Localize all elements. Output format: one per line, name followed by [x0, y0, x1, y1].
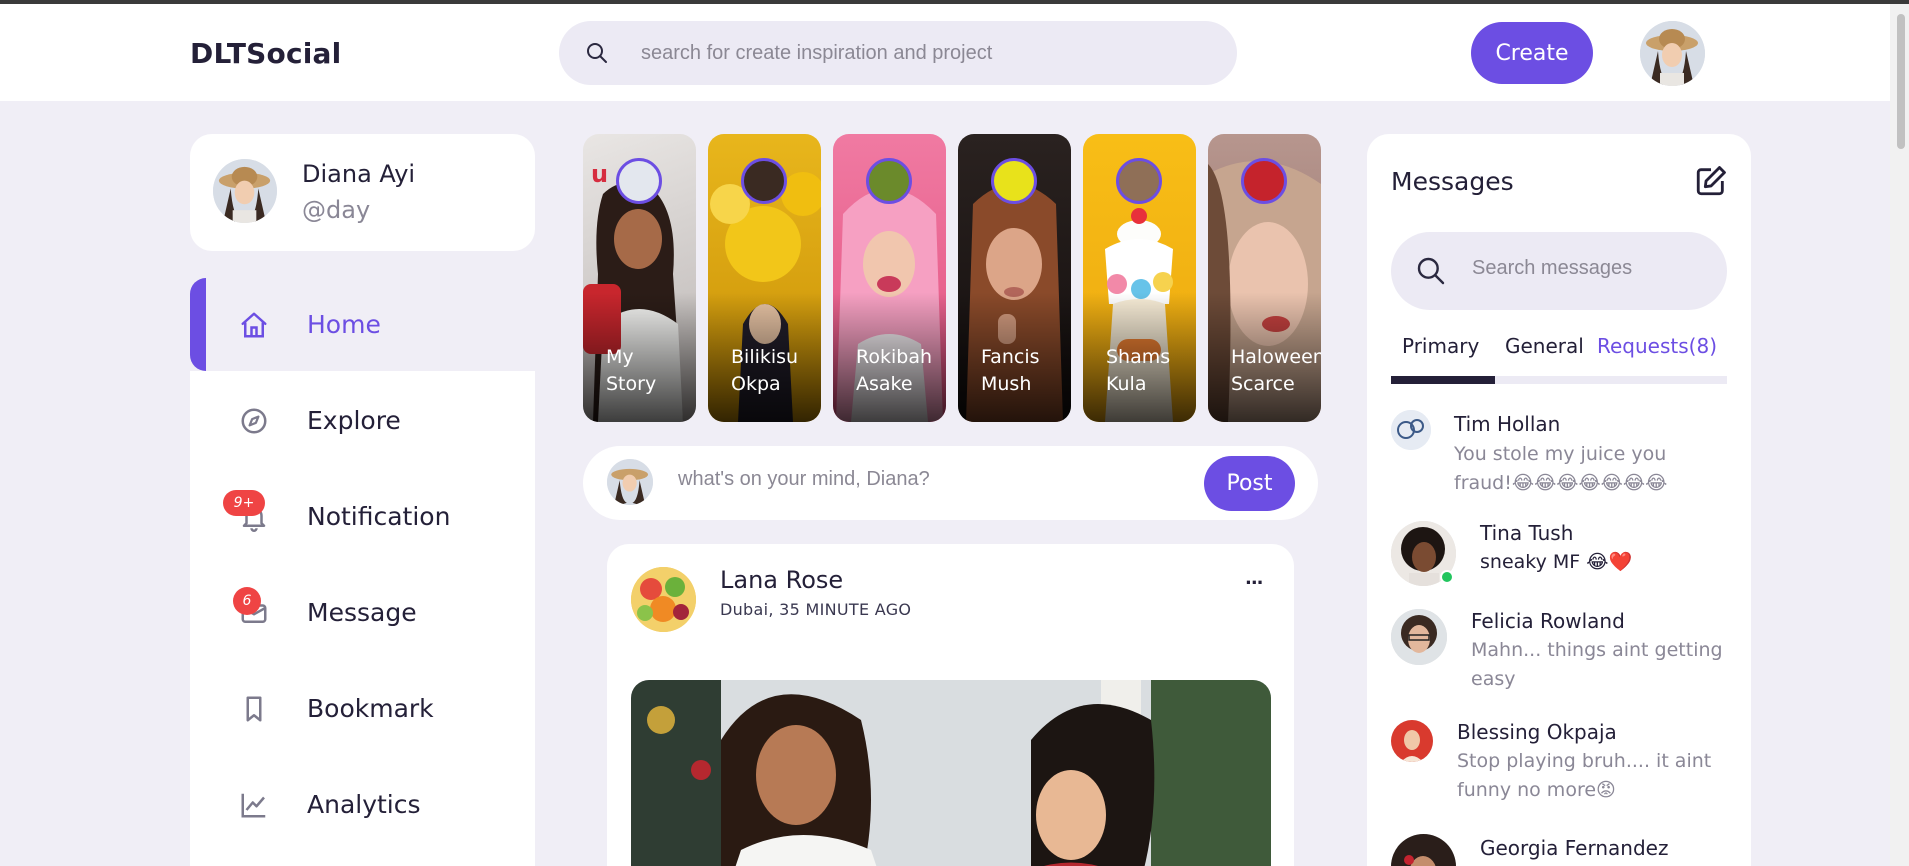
create-button[interactable]: Create	[1471, 22, 1593, 84]
post-button[interactable]: Post	[1204, 456, 1295, 511]
post-more-button[interactable]: ...	[1245, 568, 1263, 589]
composer-input[interactable]	[678, 468, 1178, 491]
story-card[interactable]: Fancis Mush	[958, 134, 1071, 422]
messages-title: Messages	[1391, 167, 1514, 196]
sidebar-item-label: Explore	[307, 406, 401, 435]
tabs-active-indicator	[1391, 376, 1495, 384]
message-badge: 6	[233, 587, 261, 615]
messages-search[interactable]	[1391, 232, 1727, 310]
message-item[interactable]: Tina Tush sneaky MF 😂❤️	[1391, 521, 1731, 591]
sidebar-item-message[interactable]: 6 Message	[190, 566, 535, 659]
story-avatar	[1116, 158, 1162, 204]
message-avatar	[1391, 720, 1433, 762]
message-sender: Tim Hollan	[1454, 412, 1561, 436]
global-search-input[interactable]	[641, 41, 1201, 65]
sidebar-item-analytics[interactable]: Analytics	[190, 758, 535, 851]
profile-avatar[interactable]	[213, 159, 277, 223]
sidebar-item-notification[interactable]: 9+ Notification	[190, 470, 535, 563]
story-name: Rokibah Asake	[856, 346, 932, 395]
story-avatar	[741, 158, 787, 204]
message-avatar	[1391, 410, 1431, 450]
sidebar-item-label: Home	[307, 310, 381, 339]
story-name: Shams Kula	[1106, 346, 1171, 395]
sidebar-item-label: Notification	[307, 502, 451, 531]
sidebar-item-label: Bookmark	[307, 694, 434, 723]
story-avatar	[616, 158, 662, 204]
profile-name: Diana Ayi	[302, 160, 416, 188]
story-name: Bilikisu Okpa	[731, 346, 799, 395]
story-card[interactable]: Haloween Scarce	[1208, 134, 1321, 422]
message-avatar	[1391, 609, 1447, 665]
user-avatar[interactable]	[1640, 21, 1705, 86]
post-meta: Dubai, 35 MINUTE AGO	[720, 600, 912, 619]
online-indicator	[1440, 570, 1454, 584]
story-card[interactable]: Rokibah Asake	[833, 134, 946, 422]
story-name: My Story	[606, 346, 657, 395]
message-item[interactable]: Felicia Rowland Mahn... things aint gett…	[1391, 609, 1731, 699]
messages-tabs: Primary General Requests(8)	[1391, 334, 1727, 384]
edit-icon[interactable]	[1694, 164, 1728, 198]
message-sender: Blessing Okpaja	[1457, 720, 1617, 744]
compass-icon	[238, 405, 270, 437]
message-item[interactable]: Georgia Fernandez	[1391, 834, 1731, 866]
story-avatar	[866, 158, 912, 204]
message-sender: Tina Tush	[1480, 521, 1574, 545]
message-preview: sneaky MF 😂❤️	[1480, 551, 1633, 573]
message-preview: You stole my juice you fraud!😂😂😂😂😂😂😂	[1454, 443, 1668, 494]
chart-icon	[238, 789, 270, 821]
top-navbar: DLTSocial Create	[0, 4, 1890, 101]
message-sender: Felicia Rowland	[1471, 609, 1625, 633]
post-author-name[interactable]: Lana Rose	[720, 566, 843, 594]
story-avatar	[991, 158, 1037, 204]
story-avatar	[1241, 158, 1287, 204]
story-name: Fancis Mush	[981, 346, 1040, 395]
composer-avatar	[607, 459, 653, 505]
sidebar-item-bookmark[interactable]: Bookmark	[190, 662, 535, 755]
sidebar-item-home[interactable]: Home	[190, 278, 535, 371]
message-sender: Georgia Fernandez	[1480, 836, 1669, 860]
sidebar-item-label: Analytics	[307, 790, 421, 819]
search-icon	[583, 39, 611, 67]
notification-badge: 9+	[223, 490, 265, 516]
global-search[interactable]	[559, 21, 1237, 85]
message-item[interactable]: Tim Hollan You stole my juice you fraud!…	[1391, 410, 1731, 500]
app-logo[interactable]: DLTSocial	[190, 37, 341, 70]
messages-search-input[interactable]	[1472, 257, 1712, 280]
sidebar-item-label: Message	[307, 598, 417, 627]
message-item[interactable]: Blessing Okpaja Stop playing bruh.... it…	[1391, 720, 1731, 810]
search-icon	[1415, 255, 1447, 291]
profile-card[interactable]: Diana Ayi @day	[190, 134, 535, 251]
sidebar-nav: Home Explore 9+ Notification 6 Message B…	[190, 278, 535, 866]
sidebar-item-explore[interactable]: Explore	[190, 374, 535, 467]
messages-panel: Messages Primary General Requests(8) Tim…	[1367, 134, 1751, 866]
story-name: Haloween Scarce	[1231, 346, 1321, 395]
story-card[interactable]: Shams Kula	[1083, 134, 1196, 422]
home-icon	[238, 309, 270, 341]
profile-handle: @day	[302, 196, 371, 224]
message-preview: Mahn... things aint getting easy	[1471, 639, 1723, 690]
tab-general[interactable]: General	[1505, 334, 1584, 358]
story-card[interactable]: Bilikisu Okpa	[708, 134, 821, 422]
post-composer: Post	[583, 446, 1318, 520]
feed-post: Lana Rose Dubai, 35 MINUTE AGO ...	[607, 544, 1294, 866]
post-author-avatar[interactable]	[631, 567, 696, 632]
tab-requests[interactable]: Requests(8)	[1597, 334, 1717, 358]
message-avatar	[1391, 834, 1456, 866]
story-card[interactable]: u MyStory	[583, 134, 696, 422]
page-scrollbar-thumb[interactable]	[1897, 14, 1905, 149]
message-preview: Stop playing bruh.... it aint funny no m…	[1457, 750, 1712, 801]
tab-primary[interactable]: Primary	[1402, 334, 1479, 358]
post-image[interactable]	[631, 680, 1271, 866]
bookmark-icon	[238, 693, 270, 725]
